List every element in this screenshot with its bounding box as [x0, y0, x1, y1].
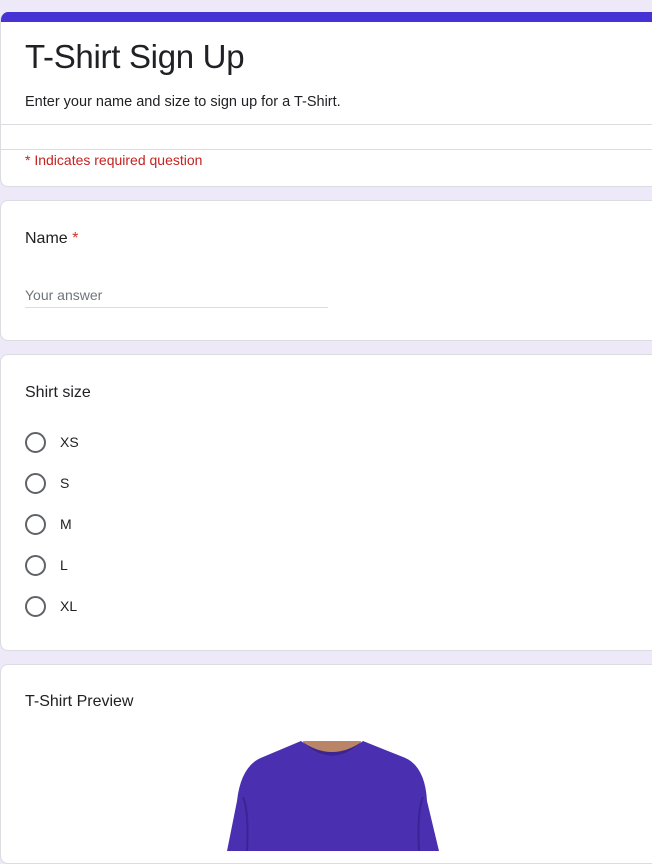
shirt-size-question-title: Shirt size [25, 384, 91, 401]
form-description: Enter your name and size to sign up for … [25, 94, 341, 110]
name-question-card: Name * [0, 200, 652, 341]
size-option-label: XL [60, 598, 78, 614]
tshirt-preview-image [227, 741, 439, 851]
size-option-xs[interactable]: XS [25, 431, 79, 453]
name-answer-input[interactable] [25, 283, 328, 308]
size-option-xl[interactable]: XL [25, 595, 77, 617]
radio-button-icon[interactable] [25, 472, 46, 494]
theme-accent-bar [1, 12, 652, 22]
radio-button-icon[interactable] [25, 431, 46, 453]
form-header-card: T-Shirt Sign Up Enter your name and size… [0, 12, 652, 187]
header-divider-lower [1, 149, 652, 150]
required-asterisk: * [72, 230, 79, 247]
radio-button-icon[interactable] [25, 513, 46, 535]
required-question-note: * Indicates required question [25, 152, 203, 168]
size-option-label: M [60, 516, 72, 532]
shirt-size-question-card: Shirt size XS S M L XL [0, 354, 652, 651]
size-option-s[interactable]: S [25, 472, 69, 494]
radio-button-icon[interactable] [25, 554, 46, 576]
form-title: T-Shirt Sign Up [25, 38, 245, 75]
size-option-m[interactable]: M [25, 513, 72, 535]
tshirt-preview-title: T-Shirt Preview [25, 693, 134, 710]
header-divider [1, 124, 652, 125]
radio-button-icon[interactable] [25, 595, 46, 617]
size-option-label: S [60, 475, 70, 491]
tshirt-preview-card: T-Shirt Preview [0, 664, 652, 864]
size-option-label: XS [60, 434, 79, 450]
size-option-label: L [60, 557, 68, 573]
size-option-l[interactable]: L [25, 554, 68, 576]
name-question-title: Name * [25, 230, 78, 248]
tshirt-body [227, 741, 439, 851]
name-question-label: Name [25, 230, 68, 247]
